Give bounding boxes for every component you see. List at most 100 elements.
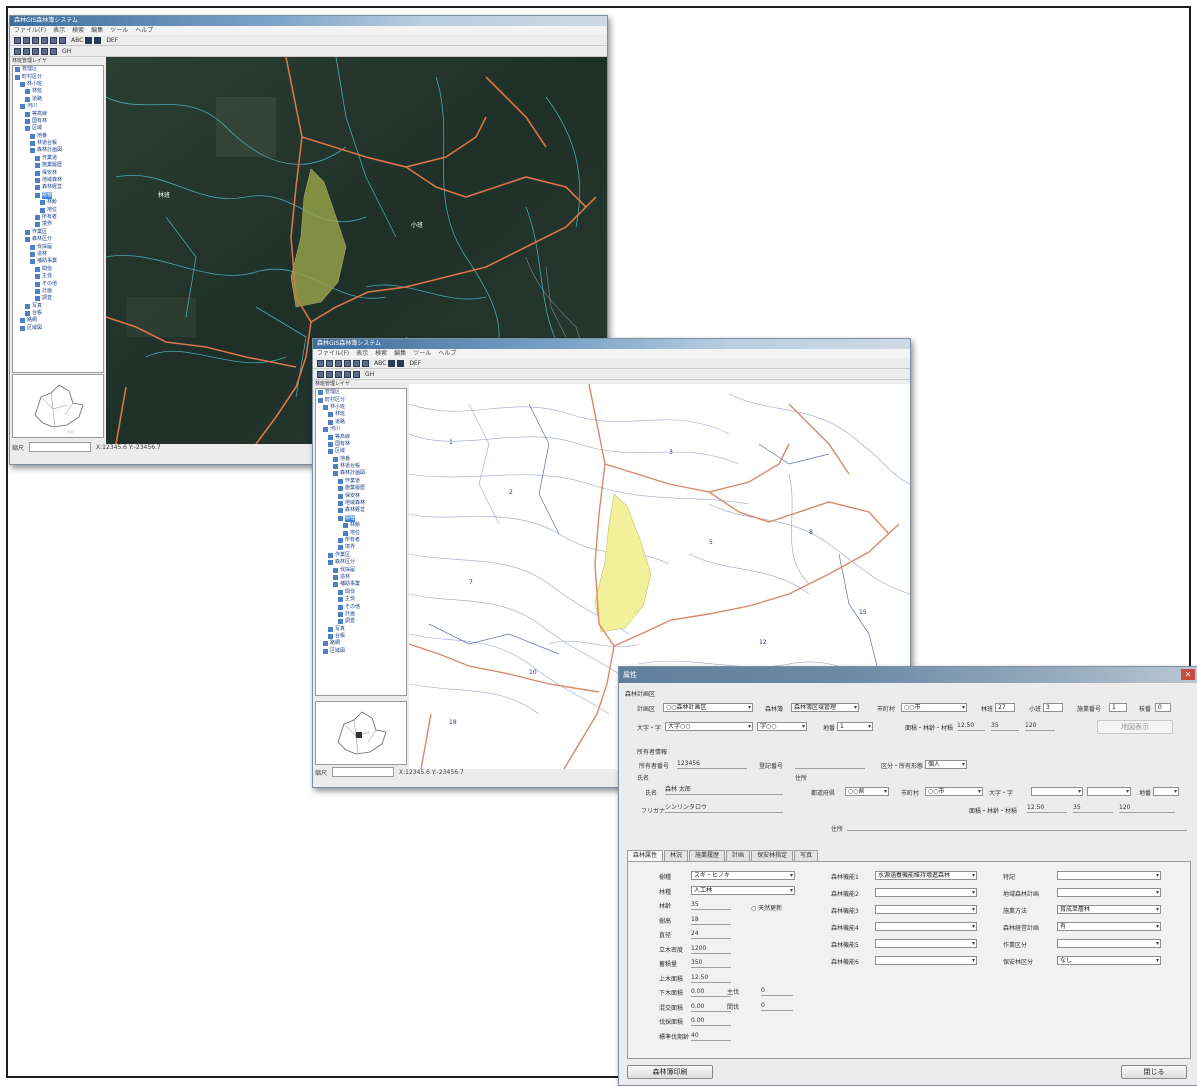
owner-name-field[interactable]: 森林 太郎 [665,785,783,795]
owner-no-field[interactable]: 123456 [677,759,747,769]
tree-node[interactable]: 写真 [13,303,103,310]
stand-field[interactable]: スギ・ヒノキ [691,871,795,880]
toolbar-text[interactable]: GH [62,48,71,55]
subdistrict-select[interactable]: 字○○ [757,722,807,731]
district-select[interactable]: 大字○○ [665,722,753,731]
tree-node[interactable]: 林齢 [13,199,103,206]
tree-node[interactable]: 森林経営 [13,184,103,191]
address-district-select[interactable] [1031,787,1083,796]
tree-node[interactable]: 管理区 [13,66,103,73]
tree-node[interactable]: 造林 [13,251,103,258]
subcompartment-field[interactable]: 3 [1043,703,1063,712]
tree-node[interactable]: 区域 [316,448,406,455]
menu-item[interactable]: ファイル(F) [317,349,349,358]
pan-icon[interactable] [32,36,39,44]
stand-field[interactable]: 0.00 [691,1016,731,1026]
tree-node[interactable]: 間伐 [13,266,103,273]
select-icon[interactable] [41,36,48,44]
tree-node[interactable]: 等高線 [13,110,103,117]
tree-node[interactable]: 国有林 [13,118,103,125]
plan-select[interactable] [1057,888,1161,897]
tree-node[interactable]: 路網 [13,317,103,324]
tree-node[interactable]: 林班 [13,88,103,95]
plan-area-select[interactable]: ○○森林計画区 [663,703,753,712]
tree-node[interactable]: 道路 [316,419,406,426]
plan-select[interactable]: なし [1057,956,1161,965]
tree-node[interactable]: 地位 [13,206,103,213]
tree-node[interactable]: 路網 [316,640,406,647]
tree-node[interactable]: 保安林 [13,169,103,176]
tab-photo[interactable]: 写真 [794,850,819,861]
layer-icon[interactable] [85,36,93,44]
toolbar-text[interactable]: DEF [106,37,118,44]
toolbar-text[interactable]: DEF [409,360,421,367]
tree-node[interactable]: 樹種 [316,514,406,522]
toolbar-text[interactable]: ABC [374,360,386,367]
tree-node[interactable]: 伐採届 [13,243,103,250]
stand-field[interactable]: 12.50 [691,973,731,983]
address-field[interactable] [847,821,1187,831]
plan-select[interactable] [1057,939,1161,948]
stand-subfield[interactable]: 0 [761,1001,793,1011]
info-icon[interactable] [59,36,66,44]
menu-item[interactable]: 検索 [375,349,387,358]
print-register-button[interactable]: 森林簿印刷 [627,1065,713,1079]
menu-item[interactable]: 表示 [53,26,65,35]
tree-node[interactable]: 町村区分 [316,396,406,403]
tree-node[interactable]: 伐採届 [316,566,406,573]
branch-no-field[interactable]: 0 [1155,703,1171,712]
compartment-field[interactable]: 27 [995,703,1015,712]
prefecture-select[interactable]: ○○県 [845,787,889,796]
owner-age-field[interactable]: 35 [1073,803,1113,813]
menu-item[interactable]: ツール [110,26,128,35]
tool-icon[interactable] [32,47,39,55]
menu-item[interactable]: ヘルプ [135,26,153,35]
menu-item[interactable]: 編集 [394,349,406,358]
zoom-out-icon[interactable] [23,36,30,44]
stand-field[interactable]: 24 [691,929,731,939]
tree-node[interactable]: 施業履歴 [13,162,103,169]
owner-area-field[interactable]: 12.50 [1027,803,1067,813]
tree-node[interactable]: 森林区分 [316,559,406,566]
municipality-select[interactable]: ○○市 [901,703,967,712]
layer-tree[interactable]: 管理区 町村区分 林小班 林班 道路 河川 等高線 国有林 区域 地番 林道台帳 森林計画図 作業道 施業… [315,388,407,696]
tab-plan[interactable]: 計画 [726,850,751,861]
tree-node[interactable]: その他 [13,280,103,287]
tree-node[interactable]: 区域 [13,125,103,132]
tree-node[interactable]: 管理区 [316,389,406,396]
tree-node[interactable]: 林班 [316,411,406,418]
tree-node[interactable]: 区域図 [316,648,406,655]
tree-node[interactable]: 森林計画図 [316,470,406,477]
volume-field[interactable]: 120 [1025,721,1055,731]
stand-field[interactable]: 0.00 [691,1002,731,1012]
menu-item[interactable]: 検索 [72,26,84,35]
tree-node[interactable]: 国有林 [316,441,406,448]
tool-icon[interactable] [326,370,333,378]
forest-function-select[interactable] [875,956,977,965]
zoom-in-icon[interactable] [14,36,21,44]
scale-input[interactable] [29,442,92,452]
tree-node[interactable]: 施業履歴 [316,485,406,492]
tree-node[interactable]: 調査 [316,618,406,625]
forest-register-select[interactable]: 森林簿区域管理 [791,703,859,712]
plan-select[interactable]: 有 [1057,922,1161,931]
tree-node[interactable]: 補助事業 [316,581,406,588]
menu-item[interactable]: ツール [413,349,431,358]
forest-function-select[interactable]: 水源涵養機能維持増進森林 [875,871,977,880]
stand-field[interactable]: 18 [691,915,731,925]
tree-node[interactable]: 作業道 [316,478,406,485]
menu-item[interactable]: 編集 [91,26,103,35]
overview-map[interactable]: ○○ [12,374,104,438]
tree-node[interactable]: 区域図 [13,325,103,332]
pan-icon[interactable] [335,359,342,367]
tree-node[interactable]: 林小班 [13,81,103,88]
tree-node[interactable]: 主伐 [13,273,103,280]
tree-node[interactable]: 町村区分 [13,73,103,80]
tool-icon[interactable] [41,47,48,55]
layer-icon[interactable] [388,359,396,367]
stand-field[interactable]: 人工林 [691,885,795,895]
tree-node[interactable]: 補助事業 [13,258,103,265]
natural-regen-checkbox[interactable]: ○ 天然更新 [751,903,782,912]
forest-function-select[interactable] [875,905,977,914]
stand-field[interactable]: 40 [691,1031,731,1041]
